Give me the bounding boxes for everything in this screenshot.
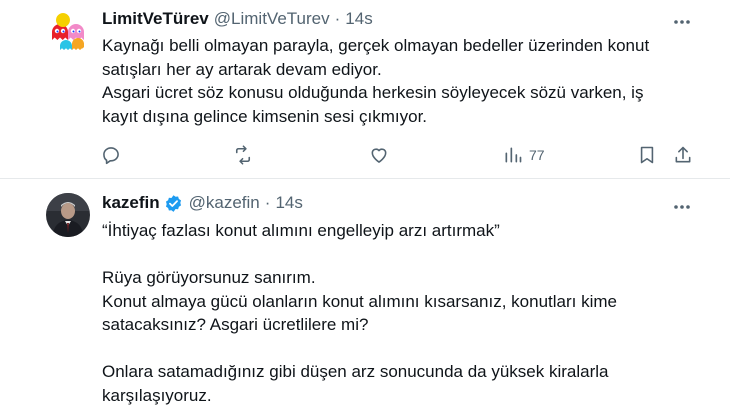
share-button[interactable] [673,144,693,166]
tweet-text-line: Asgari ücret söz konusu olduğunda herkes… [102,83,644,102]
avatar[interactable] [46,193,90,237]
display-name[interactable]: kazefin [102,193,160,213]
retweet-button[interactable] [233,144,253,166]
separator-dot: · [334,9,341,28]
tweet-text-line: satışları her ay artarak devam ediyor. [102,59,382,79]
pacman-ghosts-avatar-icon [46,10,90,54]
bookmark-icon [640,146,654,164]
more-options-icon[interactable] [672,199,692,209]
avatar[interactable] [46,10,90,54]
views-count: 77 [529,147,545,163]
display-name[interactable]: LimitVeTürev [102,9,209,29]
tweet-text-line: Konut almaya gücü olanların konut alımın… [102,291,617,311]
tweet-actions: 77 [0,144,730,166]
more-options-icon[interactable] [672,14,692,24]
tweet-text: Kaynağı belli olmayan parayla, gerçek ol… [102,34,692,128]
tweet-text-line: satacaksınız? Asgari ücretlilere mi? [102,315,369,334]
views-button[interactable]: 77 [503,144,545,166]
tweet-text-line: Rüya görüyorsunuz sanırım. [102,268,316,287]
timestamp[interactable]: 14s [345,9,372,29]
tweet-kazefin[interactable]: kazefin @kazefin · 14s “İhtiyaç fazlası … [0,179,730,420]
reply-icon [103,147,119,165]
tweet-limitveturev[interactable]: LimitVeTürev @LimitVeTurev · 14s Kaynağı… [0,0,730,178]
separator-dot: · [264,193,271,212]
tweet-text-line: kayıt dışına gelince kimsenin sesi çıkmı… [102,106,428,126]
views-icon [505,147,522,163]
bookmark-button[interactable] [637,144,657,166]
reply-button[interactable] [101,144,121,166]
retweet-icon [235,145,251,165]
tweet-text-line: “İhtiyaç fazlası konut alımını engelleyi… [102,221,500,240]
tweet-text-line: Kaynağı belli olmayan parayla, gerçek ol… [102,36,650,55]
tweet-header: kazefin @kazefin · 14s [102,193,303,213]
verified-badge-icon [164,194,183,213]
heart-icon [371,148,387,163]
timestamp[interactable]: 14s [275,193,302,213]
user-handle[interactable]: @kazefin [189,193,260,213]
profile-photo-icon [46,193,90,237]
like-button[interactable] [369,144,389,166]
tweet-text: “İhtiyaç fazlası konut alımını engelleyi… [102,219,692,407]
tweet-header: LimitVeTürev @LimitVeTurev · 14s [102,9,373,29]
tweet-text-line: Onlara satamadığınız gibi düşen arz sonu… [102,362,609,381]
tweet-text-line: karşılaşıyoruz. [102,385,212,405]
user-handle[interactable]: @LimitVeTurev [214,9,330,29]
share-icon [675,146,691,163]
